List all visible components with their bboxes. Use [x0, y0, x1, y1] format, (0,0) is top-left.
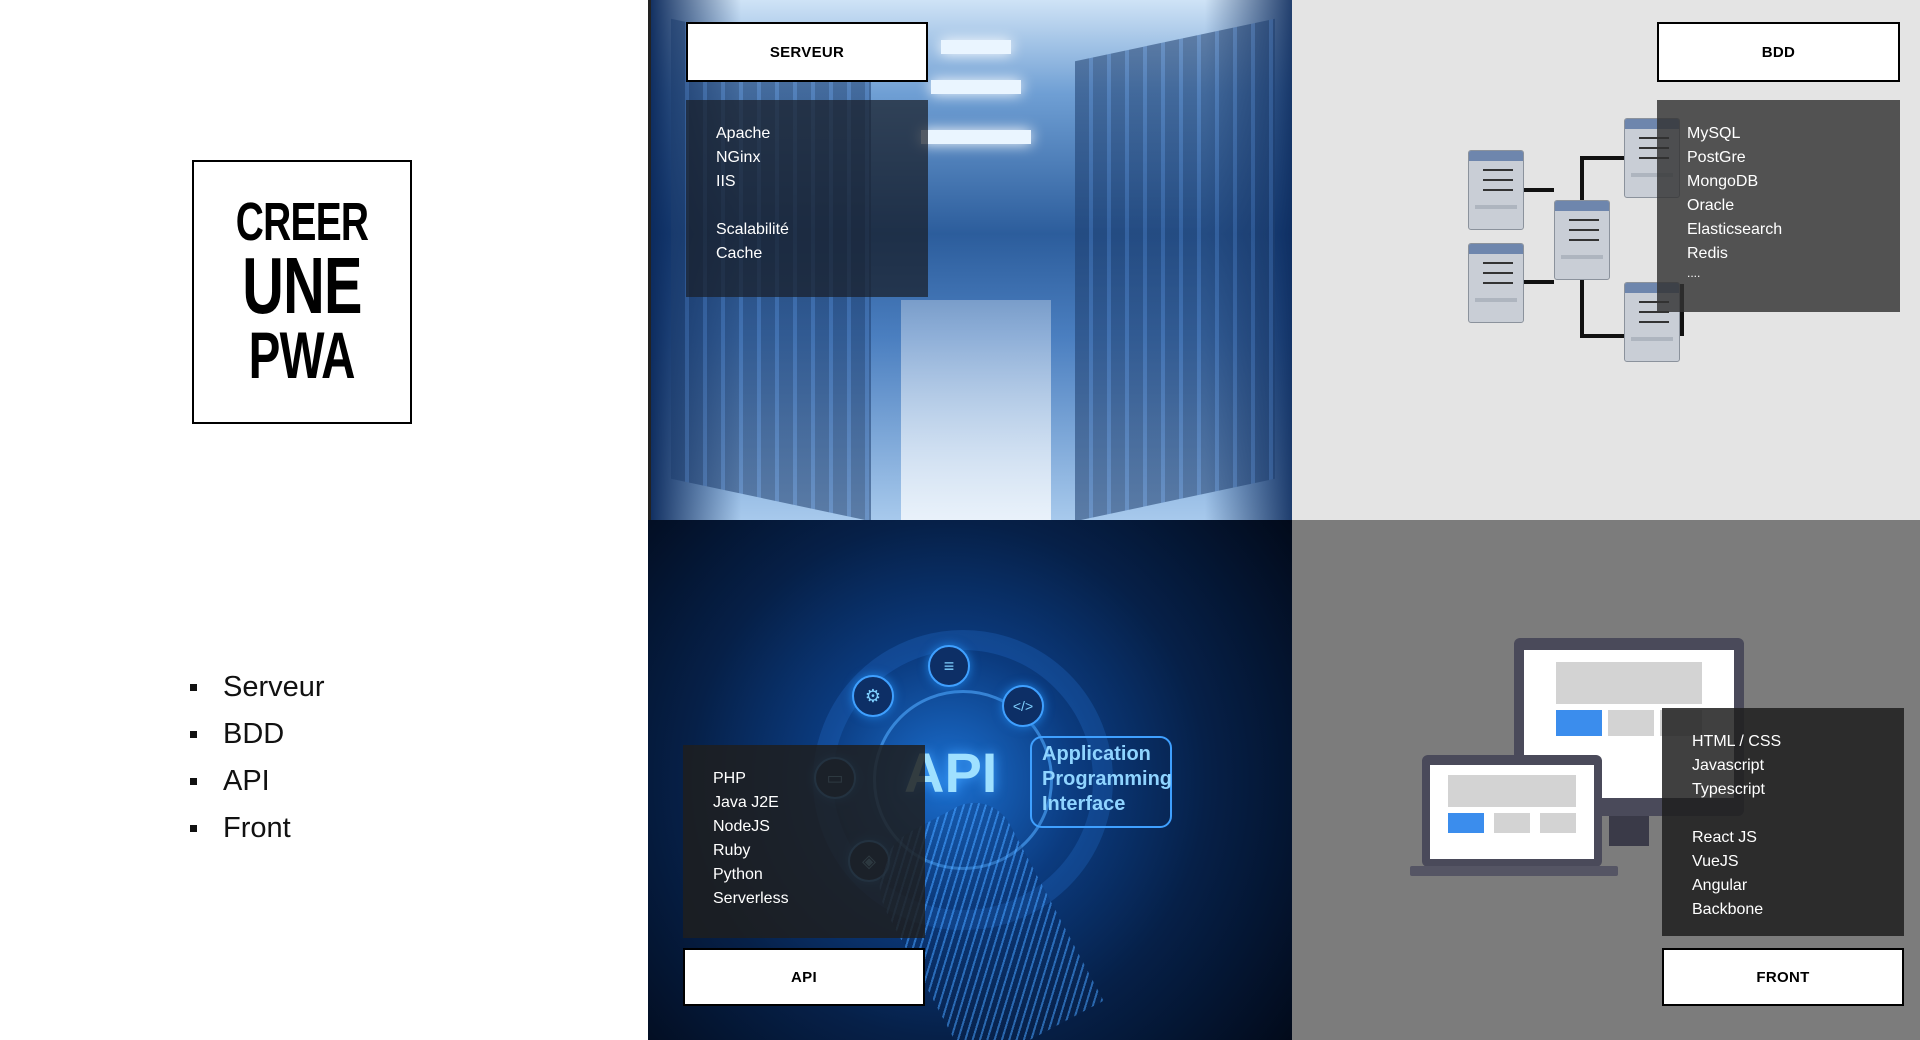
front-quadrant: HTML / CSS Javascript Typescript React J… — [1292, 520, 1920, 1040]
server-extra: Scalabilité — [716, 221, 789, 238]
front-item: HTML / CSS — [1692, 733, 1782, 750]
server-label: SERVEUR — [686, 22, 928, 82]
title-line-2: UNE — [242, 241, 362, 331]
server-quadrant: SERVEUR Apache NGinx IIS Scalabilité Cac… — [648, 0, 1295, 520]
db-table-icon — [1468, 150, 1524, 230]
title-line-3: PWA — [248, 318, 356, 393]
server-extra: Cache — [716, 245, 763, 262]
db-table-icon — [1468, 243, 1524, 323]
code-icon: </> — [1002, 685, 1044, 727]
list-item: Front — [190, 805, 325, 852]
api-label: API — [683, 948, 925, 1006]
bullet-icon — [190, 825, 197, 832]
list-item: Serveur — [190, 664, 325, 711]
relation-line — [1580, 280, 1584, 336]
bdd-item: Oracle — [1687, 197, 1735, 214]
laptop-icon — [1422, 755, 1602, 867]
api-quadrant: ⚙ ≡ </> ▭ ◈ API Application Programming … — [648, 520, 1292, 1040]
server-item: NGinx — [716, 149, 761, 166]
api-item: PHP — [713, 770, 746, 787]
api-panel: PHP Java J2E NodeJS Ruby Python Serverle… — [683, 745, 925, 938]
topics-list: Serveur BDD API Front — [190, 664, 325, 852]
relation-line — [1580, 156, 1584, 200]
topic-label: BDD — [223, 718, 285, 750]
api-caption-line: Interface — [1042, 793, 1126, 815]
front-framework: Backbone — [1692, 901, 1764, 918]
server-panel: Apache NGinx IIS Scalabilité Cache — [686, 100, 928, 297]
server-item: IIS — [716, 173, 736, 190]
ceiling-light — [931, 80, 1021, 94]
bdd-item: Elasticsearch — [1687, 221, 1783, 238]
bullet-icon — [190, 778, 197, 785]
db-table-icon — [1554, 200, 1610, 280]
front-item: Javascript — [1692, 757, 1765, 774]
bdd-quadrant: BDD MySQL PostGre MongoDB Oracle Elastic… — [1292, 0, 1920, 520]
ceiling-light — [941, 40, 1011, 54]
api-caption: Application Programming Interface — [1030, 736, 1172, 828]
list-item: BDD — [190, 711, 325, 758]
api-item: Python — [713, 866, 763, 883]
front-framework: VueJS — [1692, 853, 1739, 870]
api-item: Serverless — [713, 890, 789, 907]
laptop-base-icon — [1410, 866, 1618, 876]
bullet-icon — [190, 731, 197, 738]
bdd-item: MySQL — [1687, 125, 1741, 142]
ceiling-light — [921, 130, 1031, 144]
topic-label: Serveur — [223, 671, 325, 703]
front-framework: Angular — [1692, 877, 1748, 894]
bdd-item: .... — [1687, 266, 1701, 280]
bdd-label: BDD — [1657, 22, 1900, 82]
front-label: FRONT — [1662, 948, 1904, 1006]
api-item: NodeJS — [713, 818, 770, 835]
list-item: API — [190, 758, 325, 805]
bdd-panel: MySQL PostGre MongoDB Oracle Elasticsear… — [1657, 100, 1900, 312]
relation-line — [1580, 334, 1624, 338]
relation-line — [1580, 156, 1624, 160]
front-framework: React JS — [1692, 829, 1757, 846]
api-caption-line: Programming — [1042, 768, 1173, 790]
topic-label: Front — [223, 812, 291, 844]
topic-label: API — [223, 765, 270, 797]
bullet-icon — [190, 684, 197, 691]
relation-line — [1524, 280, 1554, 284]
server-item: Apache — [716, 125, 771, 142]
gear-icon: ⚙ — [852, 675, 894, 717]
title-card: CREER UNE PWA — [192, 160, 412, 424]
api-caption-line: Application — [1042, 743, 1151, 765]
bdd-item: MongoDB — [1687, 173, 1759, 190]
relation-line — [1524, 188, 1554, 192]
api-item: Ruby — [713, 842, 751, 859]
bdd-item: PostGre — [1687, 149, 1746, 166]
bdd-item: Redis — [1687, 245, 1728, 262]
front-item: Typescript — [1692, 781, 1765, 798]
server-rack-image — [1075, 18, 1275, 520]
api-item: Java J2E — [713, 794, 779, 811]
database-icon: ≡ — [928, 645, 970, 687]
front-panel: HTML / CSS Javascript Typescript React J… — [1662, 708, 1904, 936]
floor-reflection — [901, 300, 1051, 520]
